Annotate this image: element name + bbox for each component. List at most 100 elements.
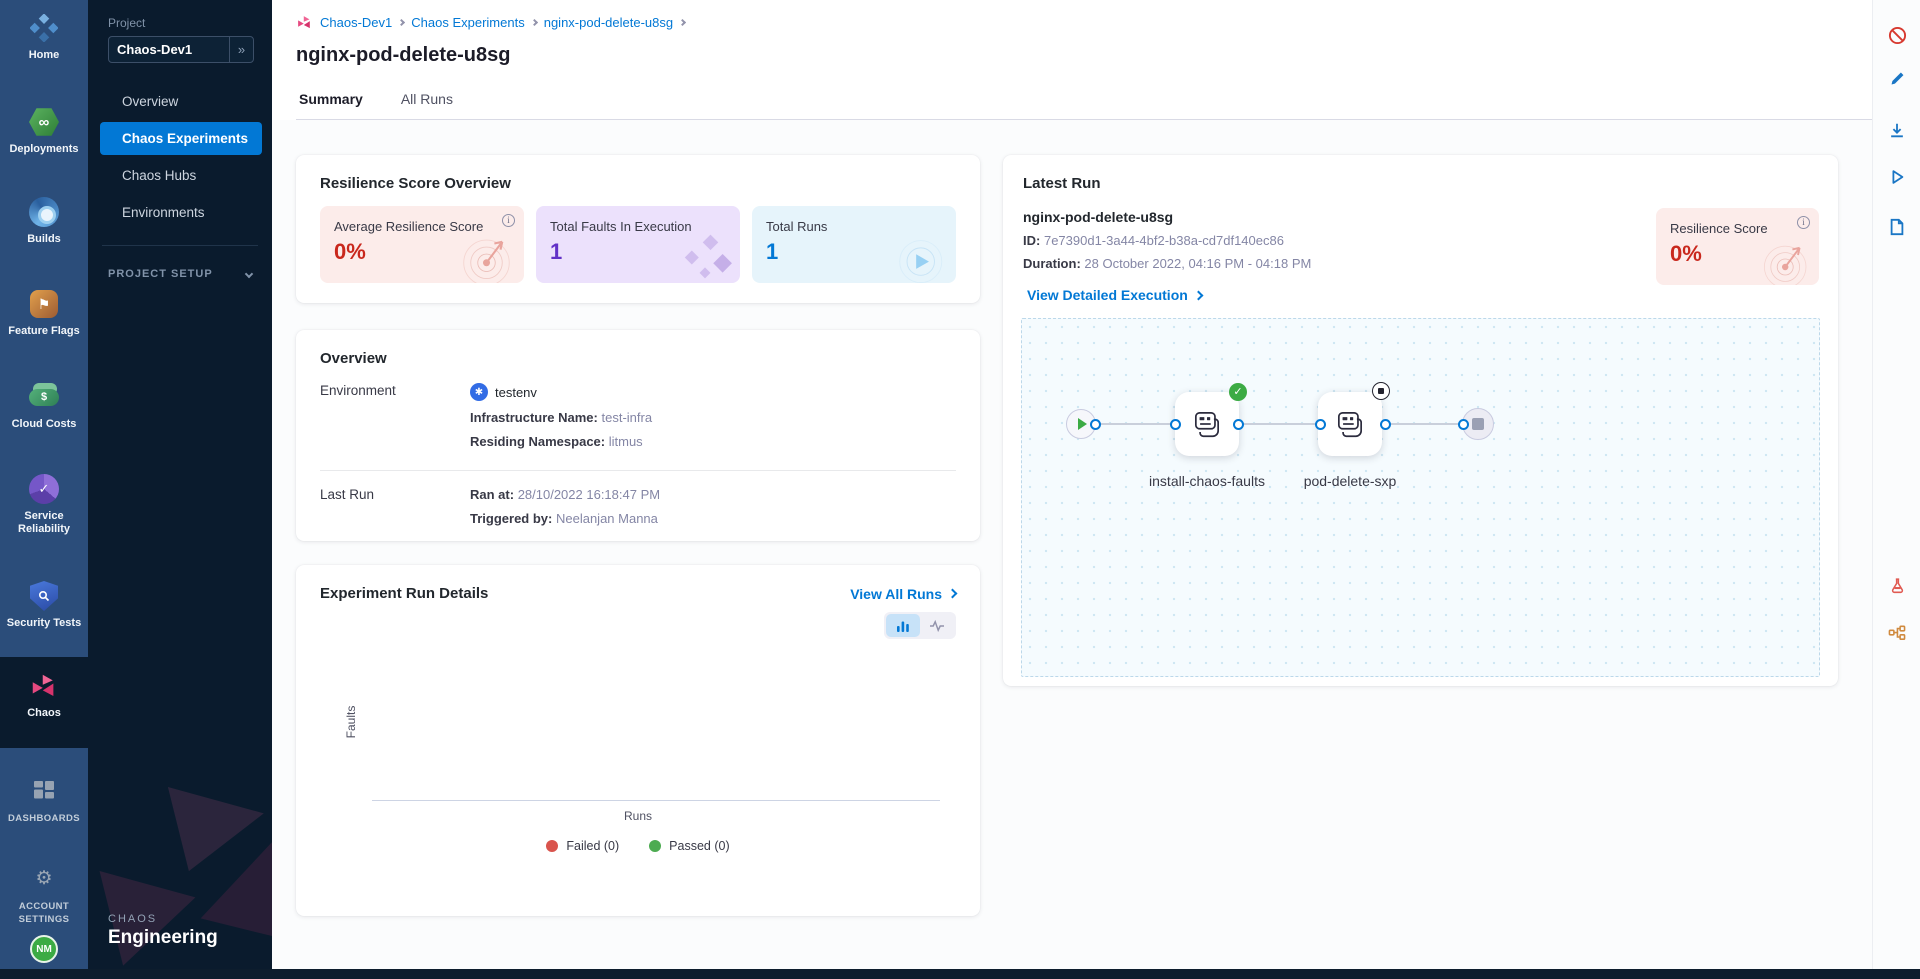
sidebar-item-label: Deployments (0, 143, 88, 156)
chart-x-axis (372, 800, 940, 801)
view-detailed-execution-link[interactable]: View Detailed Execution (1027, 287, 1819, 303)
project-setup-toggle[interactable]: PROJECT SETUP (108, 268, 252, 280)
pipeline-node-install-chaos-faults[interactable] (1175, 392, 1239, 456)
score-label: Resilience Score (1670, 221, 1805, 236)
tab-all-runs[interactable]: All Runs (399, 83, 455, 119)
resilience-score-card: i Resilience Score 0% (1656, 208, 1819, 285)
chaos-icon (28, 670, 60, 702)
connector-dot[interactable] (1315, 419, 1326, 430)
sidebar-item-chaos-experiments[interactable]: Chaos Experiments (100, 122, 262, 155)
sidebar-divider (102, 245, 258, 246)
view-detailed-execution-label: View Detailed Execution (1027, 287, 1188, 303)
section-title: Resilience Score Overview (320, 175, 956, 192)
horizontal-scrollbar[interactable] (0, 969, 1920, 979)
run-experiment-icon[interactable] (1887, 167, 1907, 187)
chevron-right-icon (398, 19, 405, 26)
resilience-score-overview-card: Resilience Score Overview i Average Resi… (296, 155, 980, 303)
sidebar-item-account-settings[interactable]: ⚙ ACCOUNT SETTINGS (0, 863, 88, 926)
section-title: Latest Run (1023, 175, 1819, 192)
stop-icon (1472, 418, 1484, 430)
download-icon[interactable] (1887, 120, 1907, 140)
sidebar-item-chaos[interactable]: Chaos (0, 670, 88, 720)
project-selector[interactable]: Chaos-Dev1 » (108, 36, 254, 63)
view-all-runs-link[interactable]: View All Runs (850, 586, 956, 602)
sidebar-item-security-tests[interactable]: Security Tests (0, 580, 88, 630)
last-run-label: Last Run (320, 487, 470, 502)
chaos-breadcrumb-icon (296, 14, 313, 31)
edit-icon[interactable] (1887, 68, 1907, 88)
stat-value: 1 (550, 239, 726, 265)
environment-label: Environment (320, 383, 470, 398)
connector-dot[interactable] (1170, 419, 1181, 430)
home-icon (28, 12, 60, 44)
connector-dot[interactable] (1233, 419, 1244, 430)
passed-dot-icon (649, 840, 661, 852)
pipeline-connector (1387, 423, 1465, 425)
connector-dot[interactable] (1380, 419, 1391, 430)
runs-chart: Faults (320, 643, 956, 801)
stat-value: 1 (766, 239, 942, 265)
service-reliability-icon: ✓ (28, 473, 60, 505)
info-icon[interactable]: i (1797, 216, 1810, 229)
environment-name: testenv (495, 385, 537, 400)
brand-small: CHAOS (108, 913, 218, 925)
sidebar-item-cloud-costs[interactable]: $ Cloud Costs (0, 381, 88, 431)
line-chart-toggle-icon[interactable] (920, 614, 954, 637)
tab-bar: Summary All Runs (296, 83, 1872, 120)
pipeline-canvas[interactable]: ✓ (1021, 318, 1820, 677)
infrastructure-label: Infrastructure Name: (470, 410, 598, 425)
sidebar-item-feature-flags[interactable]: ⚑ Feature Flags (0, 288, 88, 338)
sidebar-item-label: Feature Flags (0, 325, 88, 338)
node-label: pod-delete-sxp (1270, 471, 1430, 492)
bar-chart-toggle-icon[interactable] (886, 614, 920, 637)
breadcrumb-experiment[interactable]: nginx-pod-delete-u8sg (544, 15, 673, 30)
score-value: 0% (1670, 241, 1805, 267)
sidebar-item-label: ACCOUNT SETTINGS (0, 900, 88, 926)
play-icon (1078, 418, 1087, 430)
sidebar-item-deployments[interactable]: ∞ Deployments (0, 106, 88, 156)
report-file-icon[interactable] (1887, 217, 1907, 237)
sidebar-item-chaos-hubs[interactable]: Chaos Hubs (100, 159, 262, 192)
breadcrumb-project[interactable]: Chaos-Dev1 (320, 15, 392, 30)
sidebar-item-label: Cloud Costs (0, 418, 88, 431)
connector-dot[interactable] (1458, 419, 1469, 430)
sidebar-item-service-reliability[interactable]: ✓ Service Reliability (0, 473, 88, 536)
failed-dot-icon (546, 840, 558, 852)
expand-project-icon[interactable]: » (229, 37, 253, 62)
legend-label: Passed (0) (669, 839, 729, 853)
sidebar-item-dashboards[interactable]: DASHBOARDS (0, 775, 88, 825)
left-column: Resilience Score Overview i Average Resi… (296, 155, 980, 916)
last-run-row: Last Run Ran at: 28/10/2022 16:18:47 PM … (320, 487, 956, 535)
run-id-value: 7e7390d1-3a44-4bf2-b38a-cd7df140ec86 (1044, 233, 1284, 248)
flask-icon[interactable] (1887, 575, 1907, 595)
chevron-right-icon (948, 589, 958, 599)
tab-summary[interactable]: Summary (297, 83, 365, 119)
right-icon-rail (1872, 0, 1920, 969)
sidebar-item-environments[interactable]: Environments (100, 196, 262, 229)
stat-label: Total Faults In Execution (550, 219, 726, 234)
sidebar-item-overview[interactable]: Overview (100, 85, 262, 118)
namespace-label: Residing Namespace: (470, 434, 605, 449)
stat-label: Average Resilience Score (334, 219, 510, 234)
chevron-right-icon (1193, 290, 1203, 300)
ran-at-value: 28/10/2022 16:18:47 PM (518, 487, 660, 502)
sidebar-item-label: Service Reliability (0, 510, 88, 536)
disable-icon[interactable] (1887, 25, 1907, 45)
sidebar-item-builds[interactable]: Builds (0, 196, 88, 246)
sidebar-item-home[interactable]: Home (0, 12, 88, 62)
info-icon[interactable]: i (502, 214, 515, 227)
main-area: Chaos-Dev1 Chaos Experiments nginx-pod-d… (272, 0, 1872, 969)
connector-dot[interactable] (1090, 419, 1101, 430)
pipeline-node-pod-delete[interactable] (1318, 392, 1382, 456)
content: Resilience Score Overview i Average Resi… (272, 120, 1872, 916)
latest-run-card: Latest Run nginx-pod-delete-u8sg ID: 7e7… (1003, 155, 1838, 686)
ran-at-label: Ran at: (470, 487, 514, 502)
page-title: nginx-pod-delete-u8sg (296, 44, 1872, 67)
breadcrumb-chaos-experiments[interactable]: Chaos Experiments (411, 15, 524, 30)
pipeline-hierarchy-icon[interactable] (1887, 623, 1907, 643)
avatar[interactable]: NM (30, 935, 58, 963)
step-group-icon (1333, 407, 1367, 441)
pipeline-connector (1240, 423, 1322, 425)
user-avatar-wrap[interactable]: NM (0, 935, 88, 963)
success-check-icon: ✓ (1229, 383, 1247, 401)
